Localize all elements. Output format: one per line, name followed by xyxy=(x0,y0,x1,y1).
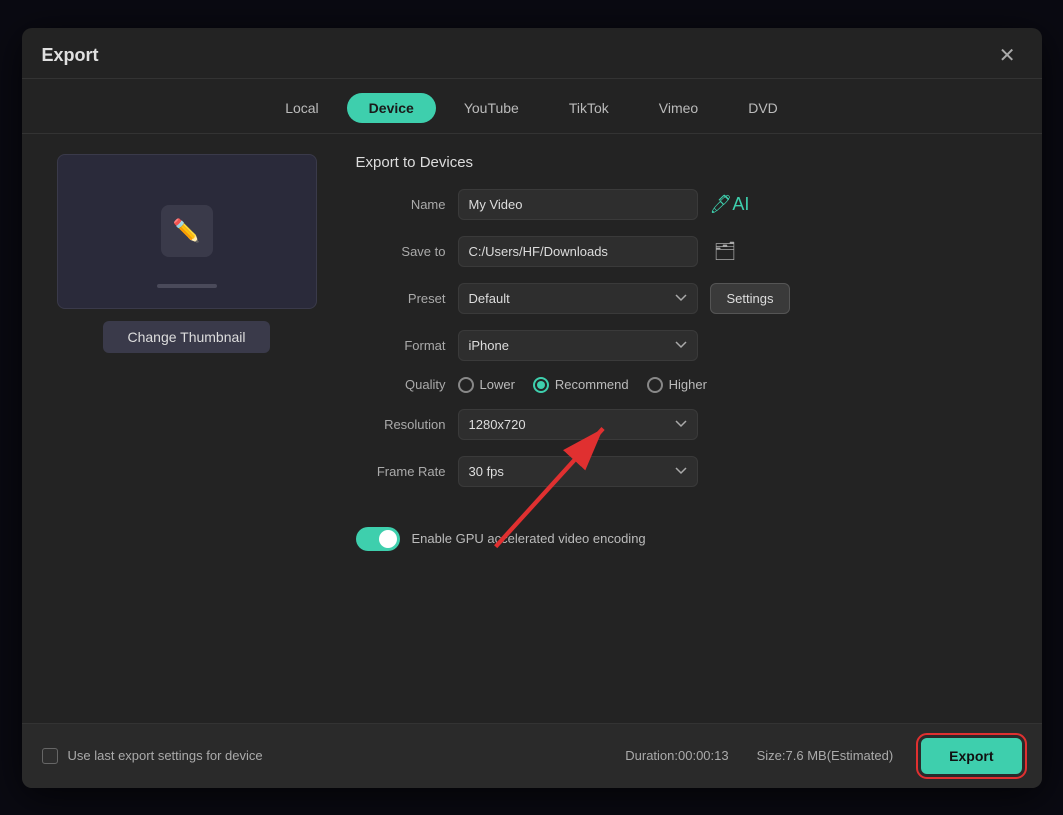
quality-label: Quality xyxy=(356,377,446,392)
tab-dvd[interactable]: DVD xyxy=(726,93,800,123)
name-input[interactable] xyxy=(458,189,698,220)
tab-vimeo[interactable]: Vimeo xyxy=(637,93,720,123)
frame-rate-label: Frame Rate xyxy=(356,464,446,479)
dialog-body: ✏️ Change Thumbnail Export to Devices Na… xyxy=(22,134,1042,723)
folder-icon[interactable]: 🗂 xyxy=(714,241,737,262)
save-to-row: Save to 🗂 xyxy=(356,236,1022,267)
last-settings-label: Use last export settings for device xyxy=(68,748,263,763)
size-label: Size:7.6 MB(Estimated) xyxy=(757,748,894,763)
gpu-toggle-label: Enable GPU accelerated video encoding xyxy=(412,531,646,546)
quality-recommend[interactable]: Recommend xyxy=(533,377,629,393)
duration-label: Duration:00:00:13 xyxy=(625,748,728,763)
settings-button[interactable]: Settings xyxy=(710,283,791,314)
thumbnail-line xyxy=(157,284,217,288)
format-select[interactable]: iPhone xyxy=(458,330,698,361)
tab-tiktok[interactable]: TikTok xyxy=(547,93,631,123)
radio-higher[interactable] xyxy=(647,377,663,393)
quality-options: Lower Recommend Higher xyxy=(458,377,707,393)
quality-recommend-label: Recommend xyxy=(555,377,629,392)
preset-select[interactable]: Default xyxy=(458,283,698,314)
thumbnail-icon: ✏️ xyxy=(161,205,213,257)
change-thumbnail-button[interactable]: Change Thumbnail xyxy=(103,321,269,353)
dialog-footer: Use last export settings for device Dura… xyxy=(22,723,1042,788)
save-to-input[interactable] xyxy=(458,236,698,267)
name-label: Name xyxy=(356,197,446,212)
quality-lower[interactable]: Lower xyxy=(458,377,515,393)
quality-higher-label: Higher xyxy=(669,377,707,392)
quality-row: Quality Lower Recommend Higher xyxy=(356,377,1022,393)
section-title: Export to Devices xyxy=(356,154,1022,171)
right-panel: Export to Devices Name 🖊AI Save to 🗂 Pre… xyxy=(356,154,1022,703)
ai-icon[interactable]: 🖊AI xyxy=(710,194,750,215)
format-label: Format xyxy=(356,338,446,353)
resolution-label: Resolution xyxy=(356,417,446,432)
gpu-toggle[interactable] xyxy=(356,527,400,551)
footer-left: Use last export settings for device xyxy=(42,748,263,764)
resolution-row: Resolution 1280x720 xyxy=(356,409,1022,440)
footer-info: Duration:00:00:13 Size:7.6 MB(Estimated)… xyxy=(625,738,1021,774)
last-settings-checkbox[interactable] xyxy=(42,748,58,764)
format-row: Format iPhone xyxy=(356,330,1022,361)
save-to-label: Save to xyxy=(356,244,446,259)
tab-youtube[interactable]: YouTube xyxy=(442,93,541,123)
left-panel: ✏️ Change Thumbnail xyxy=(42,154,332,703)
preset-label: Preset xyxy=(356,291,446,306)
tab-device[interactable]: Device xyxy=(347,93,436,123)
close-button[interactable]: ✕ xyxy=(993,44,1022,68)
quality-higher[interactable]: Higher xyxy=(647,377,707,393)
tab-bar: Local Device YouTube TikTok Vimeo DVD xyxy=(22,79,1042,134)
radio-recommend[interactable] xyxy=(533,377,549,393)
export-dialog: Export ✕ Local Device YouTube TikTok Vim… xyxy=(22,28,1042,788)
gpu-toggle-row: Enable GPU accelerated video encoding xyxy=(356,527,1022,551)
frame-rate-row: Frame Rate 30 fps xyxy=(356,456,1022,487)
frame-rate-select[interactable]: 30 fps xyxy=(458,456,698,487)
export-button[interactable]: Export xyxy=(921,738,1021,774)
preset-row: Preset Default Settings xyxy=(356,283,1022,314)
resolution-select[interactable]: 1280x720 xyxy=(458,409,698,440)
quality-lower-label: Lower xyxy=(480,377,515,392)
radio-lower[interactable] xyxy=(458,377,474,393)
dialog-header: Export ✕ xyxy=(22,28,1042,79)
thumbnail-preview: ✏️ xyxy=(57,154,317,309)
dialog-title: Export xyxy=(42,45,99,66)
tab-local[interactable]: Local xyxy=(263,93,340,123)
name-row: Name 🖊AI xyxy=(356,189,1022,220)
